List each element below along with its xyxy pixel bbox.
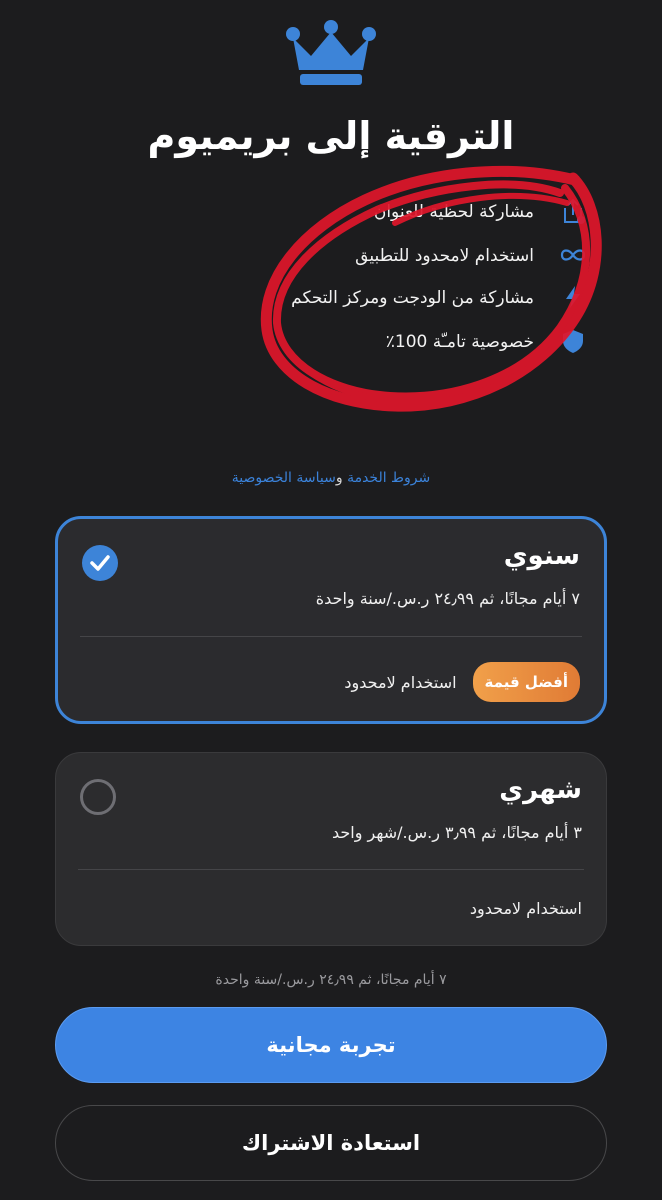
terms-link[interactable]: شروط الخدمة xyxy=(347,470,430,486)
infinity-icon xyxy=(560,249,586,261)
feature-label: استخدام لامحدود للتطبيق xyxy=(355,246,534,266)
page-title: الترقية إلى بريميوم xyxy=(147,114,515,158)
legal-conjunction: و xyxy=(335,470,348,486)
feature-item: خصوصية تامـّة 100٪ xyxy=(274,326,534,358)
feature-label: خصوصية تامـّة 100٪ xyxy=(385,332,534,352)
best-value-badge: أفضل قيمة xyxy=(472,662,580,702)
feature-label: مشاركة لحظية للعنوان xyxy=(373,202,534,222)
bolt-icon xyxy=(566,286,580,308)
plan-feature: استخدام لامحدود xyxy=(469,899,582,918)
plan-footer: استخدام لامحدود xyxy=(470,899,582,918)
plan-feature: استخدام لامحدود xyxy=(344,672,457,692)
feature-item: مشاركة لحظية للعنوان xyxy=(274,196,534,228)
plan-price: ٧ أيام مجانًا، ثم ٢٤٫٩٩ ر.س./سنة واحدة xyxy=(315,589,580,608)
feature-list: مشاركة لحظية للعنوان استخدام لامحدود للت… xyxy=(280,190,590,380)
plan-footer: أفضل قيمة استخدام لامحدود xyxy=(344,662,580,702)
checkmark-icon[interactable] xyxy=(82,545,118,581)
selected-plan-summary: ٧ أيام مجانًا، ثم ٢٤٫٩٩ ر.س./سنة واحدة xyxy=(215,972,447,988)
plan-divider xyxy=(80,636,582,637)
plan-divider xyxy=(78,869,584,870)
plan-price: ٣ أيام مجانًا، ثم ٣٫٩٩ ر.س./شهر واحد xyxy=(331,823,582,842)
feature-item: مشاركة من الودجت ومركز التحكم xyxy=(274,282,534,314)
radio-button[interactable] xyxy=(80,779,116,815)
feature-item: استخدام لامحدود للتطبيق xyxy=(274,240,534,272)
privacy-link[interactable]: سياسة الخصوصية xyxy=(232,470,336,486)
feature-label: مشاركة من الودجت ومركز التحكم xyxy=(291,288,534,308)
share-icon xyxy=(564,198,585,224)
plan-card-annual[interactable]: سنوي ٧ أيام مجانًا، ثم ٢٤٫٩٩ ر.س./سنة وا… xyxy=(55,516,607,724)
crown-icon xyxy=(286,20,376,85)
plan-name: سنوي xyxy=(503,541,580,571)
restore-subscription-button[interactable]: استعادة الاشتراك xyxy=(55,1105,607,1181)
plan-card-monthly[interactable]: شهري ٣ أيام مجانًا، ثم ٣٫٩٩ ر.س./شهر واح… xyxy=(55,752,607,946)
shield-icon xyxy=(563,330,583,353)
free-trial-button[interactable]: تجربة مجانية xyxy=(55,1007,607,1083)
plan-name: شهري xyxy=(499,775,582,805)
legal-links: شروط الخدمة وسياسة الخصوصية xyxy=(0,470,662,486)
